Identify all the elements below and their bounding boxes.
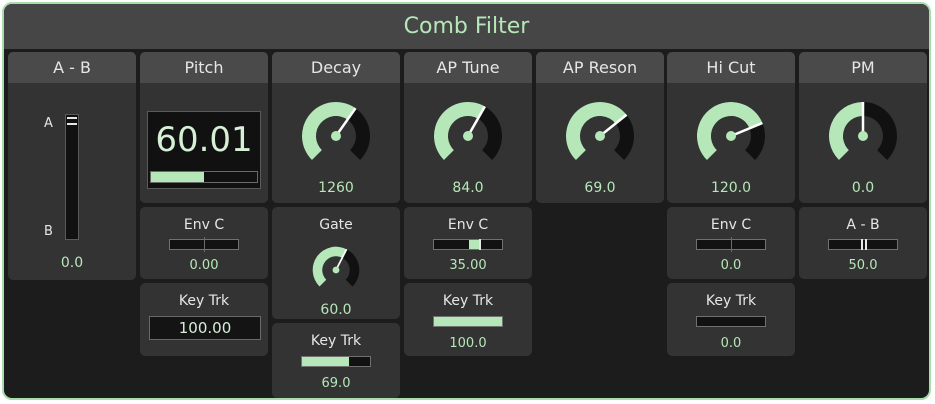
pm-ab-handle-left[interactable] [861, 239, 863, 250]
ab-panel: A - B A B 0.0 [8, 52, 136, 280]
pm-ab-slider[interactable] [828, 239, 898, 250]
knob-value-arc [312, 246, 347, 287]
aptune-header: AP Tune [404, 52, 532, 83]
hicut-header: Hi Cut [667, 52, 795, 83]
aptune-keytrk-slider[interactable] [433, 316, 503, 327]
knob-center [595, 131, 605, 141]
hicut-keytrk-slider[interactable] [696, 316, 766, 327]
ab-value: 0.0 [60, 255, 84, 271]
aptune-env-value: 35.00 [449, 258, 487, 273]
decay-keytrk-slider[interactable] [301, 356, 371, 367]
apreson-header: AP Reson [536, 52, 664, 83]
ab-slider-handle[interactable] [67, 117, 77, 125]
pitch-env-slider[interactable] [169, 237, 239, 252]
hicut-env-panel: Env C 0.0 [667, 207, 795, 279]
apreson-knob[interactable] [565, 101, 635, 171]
pitch-keytrk-field[interactable]: 100.00 [149, 316, 261, 340]
window-title: Comb Filter [4, 4, 929, 49]
pitch-env-value: 0.00 [189, 258, 219, 273]
hicut-env-label: Env C [710, 217, 752, 233]
hicut-keytrk-panel: Key Trk 0.0 [667, 283, 795, 356]
ab-header: A - B [8, 52, 136, 83]
gate-knob[interactable] [312, 246, 360, 294]
pitch-fine-fill [151, 172, 204, 182]
apreson-value: 69.0 [584, 180, 616, 196]
pitch-keytrk-panel: Key Trk 100.00 [140, 283, 268, 356]
pitch-env-center [204, 237, 205, 252]
knob-value-arc [434, 102, 485, 161]
pm-panel: PM 0.0 [799, 52, 927, 203]
apreson-panel: AP Reson 69.0 [536, 52, 664, 203]
aptune-env-slider[interactable] [433, 239, 503, 250]
pm-ab-panel: A - B 50.0 [799, 207, 927, 279]
pm-ab-label: A - B [846, 217, 880, 233]
hicut-panel: Hi Cut 120.0 [667, 52, 795, 203]
aptune-panel: AP Tune 84.0 [404, 52, 532, 203]
hicut-knob[interactable] [696, 101, 766, 171]
knob-center [463, 131, 473, 141]
ab-top-label: A [44, 116, 53, 131]
decay-keytrk-value: 69.0 [321, 376, 351, 391]
decay-keytrk-fill [302, 357, 349, 366]
pm-knob[interactable] [828, 101, 898, 171]
decay-panel: Decay 1260 [272, 52, 400, 203]
aptune-keytrk-value: 100.0 [449, 336, 487, 351]
hicut-value: 120.0 [710, 180, 752, 196]
aptune-knob[interactable] [433, 101, 503, 171]
aptune-env-label: Env C [447, 217, 489, 233]
aptune-env-panel: Env C 35.00 [404, 207, 532, 279]
ab-bottom-label: B [44, 224, 53, 239]
decay-header: Decay [272, 52, 400, 83]
aptune-value: 84.0 [452, 180, 484, 196]
knob-value-arc [829, 102, 863, 161]
pitch-env-panel: Env C 0.00 [140, 207, 268, 279]
pitch-panel: Pitch 60.01 [140, 52, 268, 203]
decay-keytrk-label: Key Trk [310, 333, 362, 349]
decay-gate-panel: Gate 60.0 [272, 207, 400, 319]
aptune-keytrk-fill [434, 317, 502, 326]
pitch-display-value: 60.01 [155, 120, 253, 160]
pm-value: 0.0 [851, 180, 875, 196]
ab-vertical-slider[interactable] [65, 114, 79, 240]
hicut-env-slider[interactable] [696, 237, 766, 252]
comb-filter-window: Comb Filter A - B A B 0.0 Pitch 60.01 En… [2, 2, 931, 400]
aptune-env-handle[interactable] [479, 239, 481, 250]
pm-header: PM [799, 52, 927, 83]
pitch-keytrk-label: Key Trk [178, 293, 230, 309]
knob-center [332, 266, 340, 274]
pitch-display[interactable]: 60.01 [147, 111, 261, 189]
decay-knob[interactable] [301, 101, 371, 171]
pm-ab-handle-right[interactable] [865, 239, 867, 250]
decay-value: 1260 [318, 180, 354, 196]
knob-center [858, 131, 868, 141]
knob-value-arc [302, 102, 356, 161]
aptune-keytrk-label: Key Trk [442, 293, 494, 309]
decay-gate-value: 60.0 [320, 302, 352, 318]
pitch-fine-bar[interactable] [150, 171, 258, 183]
hicut-keytrk-label: Key Trk [705, 293, 757, 309]
pm-ab-value: 50.0 [848, 258, 878, 273]
pitch-header: Pitch [140, 52, 268, 83]
hicut-env-value: 0.0 [720, 258, 742, 273]
hicut-env-center [731, 237, 732, 252]
knob-center [726, 131, 736, 141]
knob-center [331, 131, 341, 141]
hicut-keytrk-value: 0.0 [720, 336, 742, 351]
aptune-keytrk-panel: Key Trk 100.0 [404, 283, 532, 356]
pitch-env-label: Env C [183, 217, 225, 233]
decay-gate-label: Gate [319, 217, 353, 233]
decay-keytrk-panel: Key Trk 69.0 [272, 323, 400, 398]
